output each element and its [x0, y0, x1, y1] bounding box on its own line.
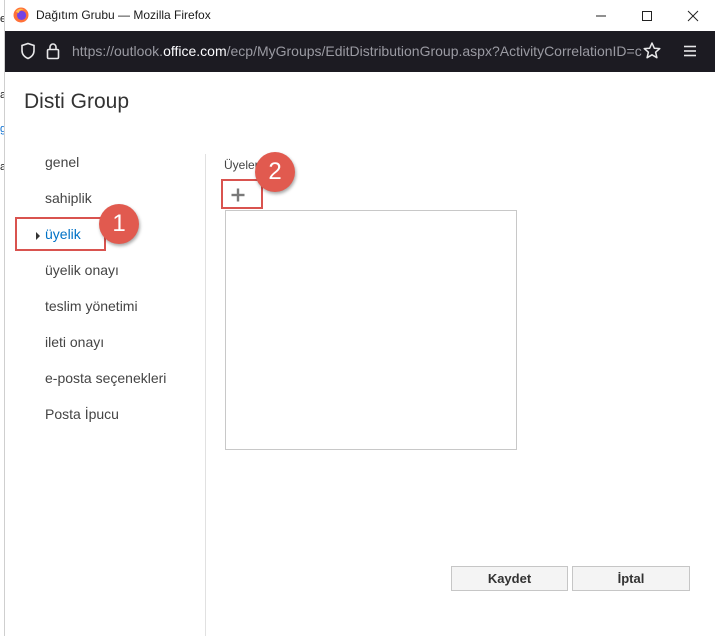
url-text[interactable]: https://outlook.office.com/ecp/MyGroups/… — [72, 43, 642, 59]
step-badge-2: 2 — [255, 152, 295, 192]
firefox-logo-icon — [13, 7, 29, 23]
step-badge-1: 1 — [99, 204, 139, 244]
highlight-box-uyelik — [15, 217, 106, 251]
maximize-icon — [642, 10, 652, 21]
save-button[interactable]: Kaydet — [451, 566, 568, 591]
star-icon[interactable] — [642, 41, 662, 61]
nav-item-eposta-secenekleri[interactable]: e-posta seçenekleri — [45, 370, 166, 386]
nav-item-uyelik-onayi[interactable]: üyelik onayı — [45, 262, 119, 278]
cancel-button[interactable]: İptal — [572, 566, 690, 591]
nav-item-genel[interactable]: genel — [45, 154, 79, 170]
maximize-button[interactable] — [624, 0, 670, 31]
highlight-box-add — [221, 179, 263, 209]
group-title: Disti Group — [24, 90, 130, 113]
url-prefix: https://outlook. — [72, 43, 164, 59]
hamburger-menu-icon[interactable] — [682, 43, 698, 59]
members-list[interactable] — [225, 210, 517, 450]
url-path: /ecp/MyGroups/EditDistributionGroup.aspx… — [226, 43, 642, 59]
nav-item-teslim-yonetimi[interactable]: teslim yönetimi — [45, 298, 138, 314]
shield-icon[interactable] — [20, 42, 36, 60]
minimize-button[interactable] — [578, 0, 624, 31]
vertical-divider — [205, 154, 206, 636]
members-label: Üyeler — [224, 158, 259, 172]
nav-item-ileti-onayi[interactable]: ileti onayı — [45, 334, 104, 350]
url-domain: office.com — [163, 43, 227, 59]
lock-icon[interactable] — [46, 42, 60, 60]
address-bar[interactable]: https://outlook.office.com/ecp/MyGroups/… — [5, 31, 715, 72]
nav-item-posta-ipucu[interactable]: Posta İpucu — [45, 406, 119, 422]
minimize-icon — [596, 15, 606, 16]
title-bar: Dağıtım Grubu — Mozilla Firefox — [5, 0, 715, 31]
window-title: Dağıtım Grubu — Mozilla Firefox — [36, 8, 211, 22]
close-icon — [687, 10, 699, 21]
firefox-window: Dağıtım Grubu — Mozilla Firefox https://… — [4, 0, 715, 636]
nav-item-sahiplik[interactable]: sahiplik — [45, 190, 92, 206]
page-content: Disti Group genel sahiplik üyelik üyelik… — [5, 72, 715, 636]
close-button[interactable] — [670, 0, 715, 31]
